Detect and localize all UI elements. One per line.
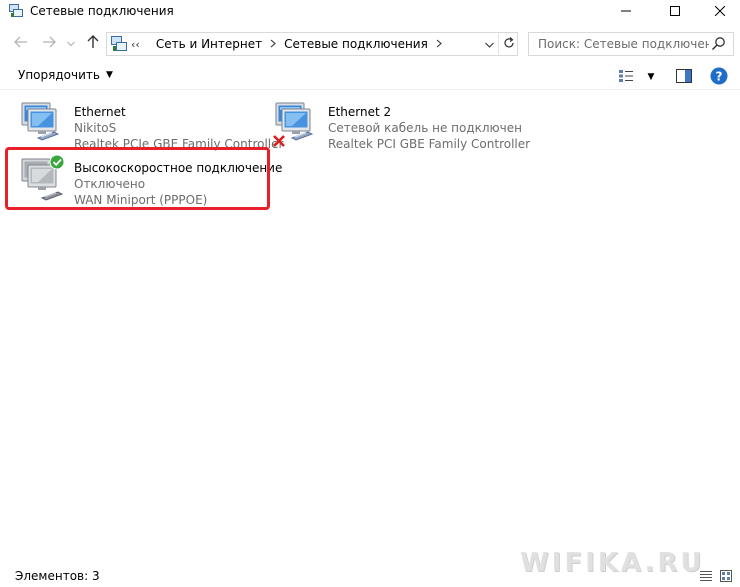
large-icons-view-icon[interactable] — [720, 570, 732, 582]
arrow-right-icon — [42, 36, 56, 51]
forward-button[interactable] — [40, 33, 58, 53]
breadcrumb-item-network-internet[interactable]: Сеть и Интернет — [156, 37, 262, 51]
navigation-bar: ‹‹ Сеть и Интернет Сетевые подключения — [0, 28, 740, 58]
connection-status: Сетевой кабель не подключен — [328, 121, 522, 135]
svg-text:?: ? — [716, 69, 723, 83]
search-icon[interactable] — [711, 36, 727, 52]
breadcrumb-item-network-connections[interactable]: Сетевые подключения — [284, 37, 428, 51]
status-bar: Элементов: 3 — [0, 564, 740, 587]
command-bar: Упорядочить ▼ ▼ ? — [0, 62, 740, 90]
caret-down-icon: ▼ — [105, 70, 113, 80]
chevron-right-icon[interactable] — [436, 38, 442, 51]
title-bar: Сетевые подключения — [0, 0, 740, 24]
change-view-button[interactable] — [618, 66, 634, 88]
help-button[interactable]: ? — [710, 66, 728, 88]
refresh-button[interactable] — [498, 33, 518, 55]
connection-name: Ethernet 2 — [328, 105, 392, 119]
connection-name: Высокоскоростное подключение — [74, 161, 283, 175]
connection-item-ethernet[interactable]: Ethernet NikitoS Realtek PCIe GBE Family… — [18, 98, 283, 151]
connection-name: Ethernet — [74, 105, 126, 119]
connections-list: Ethernet NikitoS Realtek PCIe GBE Family… — [0, 92, 740, 562]
minimize-icon — [621, 5, 631, 19]
search-box — [528, 32, 734, 56]
close-icon — [714, 5, 726, 19]
connection-info: Ethernet 2 Сетевой кабель не подключен R… — [328, 104, 530, 152]
connection-item-broadband[interactable]: Высокоскоростное подключение Отключено W… — [18, 154, 282, 207]
organize-label: Упорядочить — [18, 68, 100, 82]
cable-unplugged-x-icon — [272, 134, 286, 148]
view-options-dropdown[interactable]: ▼ — [644, 66, 658, 88]
maximize-button[interactable] — [652, 0, 698, 24]
connection-device: Realtek PCI GBE Family Controller — [328, 137, 531, 151]
search-input[interactable] — [529, 33, 709, 55]
preview-pane-button[interactable] — [675, 66, 693, 88]
address-history-button[interactable] — [481, 33, 497, 55]
network-connections-icon — [111, 36, 127, 52]
broadband-connection-icon — [18, 154, 70, 206]
connection-device: Realtek PCIe GBE Family Controller — [74, 137, 284, 151]
item-count: Элементов: 3 — [15, 569, 100, 583]
change-view-icon — [618, 69, 634, 86]
window-title: Сетевые подключения — [30, 4, 174, 18]
chevron-down-icon — [484, 37, 494, 51]
arrow-up-icon — [87, 34, 99, 52]
breadcrumb: ‹‹ Сеть и Интернет Сетевые подключения — [131, 37, 450, 51]
help-icon: ? — [710, 67, 728, 88]
maximize-icon — [670, 5, 680, 19]
organize-button[interactable]: Упорядочить ▼ — [18, 68, 113, 82]
breadcrumb-overflow[interactable]: ‹‹ — [131, 38, 140, 51]
address-bar[interactable]: ‹‹ Сеть и Интернет Сетевые подключения — [106, 32, 518, 56]
refresh-icon — [503, 36, 515, 52]
connection-info: Ethernet NikitoS Realtek PCIe GBE Family… — [74, 104, 283, 152]
chevron-right-icon[interactable] — [270, 38, 276, 51]
connection-info: Высокоскоростное подключение Отключено W… — [74, 160, 282, 208]
chevron-down-icon — [67, 36, 75, 50]
connection-device: WAN Miniport (PPPOE) — [74, 193, 208, 207]
ethernet-adapter-icon — [18, 98, 70, 150]
connection-status: NikitoS — [74, 121, 117, 135]
recent-locations-button[interactable] — [64, 33, 78, 53]
caret-down-icon: ▼ — [647, 72, 655, 82]
up-button[interactable] — [84, 33, 102, 53]
arrow-left-icon — [14, 36, 28, 51]
connection-status: Отключено — [74, 177, 146, 191]
back-button[interactable] — [12, 33, 30, 53]
details-view-icon[interactable] — [700, 570, 712, 582]
minimize-button[interactable] — [603, 0, 649, 24]
close-button[interactable] — [697, 0, 740, 24]
preview-pane-icon — [676, 68, 692, 86]
network-connections-icon — [9, 4, 23, 18]
connection-item-ethernet-2[interactable]: Ethernet 2 Сетевой кабель не подключен R… — [272, 98, 530, 152]
